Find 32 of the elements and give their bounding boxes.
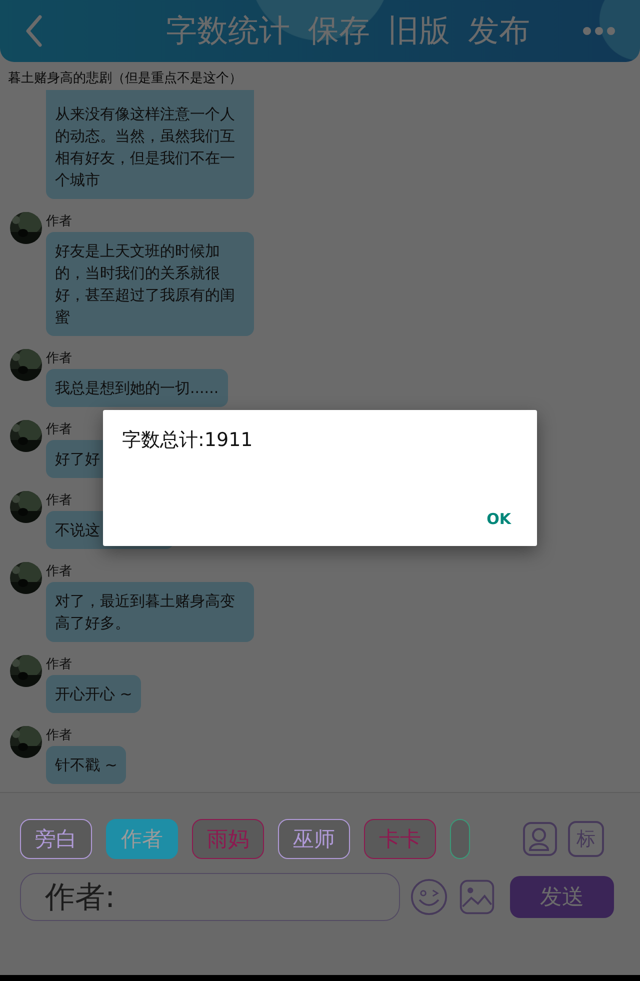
sender-name: 作者 (46, 350, 72, 368)
header-action[interactable]: 字数统计 (166, 10, 290, 52)
person-icon[interactable] (522, 821, 558, 857)
back-icon[interactable] (24, 14, 44, 48)
header-action[interactable]: 保存 (308, 10, 370, 52)
send-button[interactable]: 发送 (510, 876, 614, 918)
role-chip[interactable]: 作者 (106, 819, 178, 859)
message-bubble: 好友是上天文班的时候加的，当时我们的关系就很好，甚至超过了我原有的闺蜜 (46, 232, 254, 336)
message-bubble: 从来没有像这样注意一个人的动态。当然，虽然我们互相有好友，但是我们不在一个城市 (46, 90, 254, 199)
message-input[interactable]: 作者: (20, 873, 400, 921)
message-bubble: 针不戳 ~ (46, 746, 126, 784)
emoji-icon[interactable] (410, 878, 448, 916)
more-icon[interactable] (582, 26, 616, 36)
ok-button[interactable]: OK (484, 506, 513, 532)
story-title: 暮土赌身高的悲剧（但是重点不是这个） (7, 70, 243, 88)
role-chip[interactable]: 卡卡 (364, 819, 436, 859)
sender-name: 作者 (46, 213, 72, 231)
role-chip[interactable]: 巫师 (278, 819, 350, 859)
header-action[interactable]: 发布 (468, 10, 530, 52)
sender-name: 作者 (46, 492, 72, 510)
message-bubble: 对了，最近到暮土赌身高变高了好多。 (46, 582, 254, 642)
image-icon[interactable] (458, 878, 496, 916)
sender-name: 作者 (46, 421, 72, 439)
header-action[interactable]: 旧版 (388, 10, 450, 52)
message-bubble: 开心开心 ~ (46, 675, 142, 713)
sender-name: 作者 (46, 656, 72, 674)
message-bubble: 我总是想到她的一切...... (46, 369, 228, 407)
sender-name: 作者 (46, 563, 72, 581)
role-chip[interactable]: 雨妈 (192, 819, 264, 859)
role-chip[interactable]: 旁白 (20, 819, 92, 859)
sender-name: 作者 (46, 727, 72, 745)
role-chip[interactable] (450, 819, 470, 859)
